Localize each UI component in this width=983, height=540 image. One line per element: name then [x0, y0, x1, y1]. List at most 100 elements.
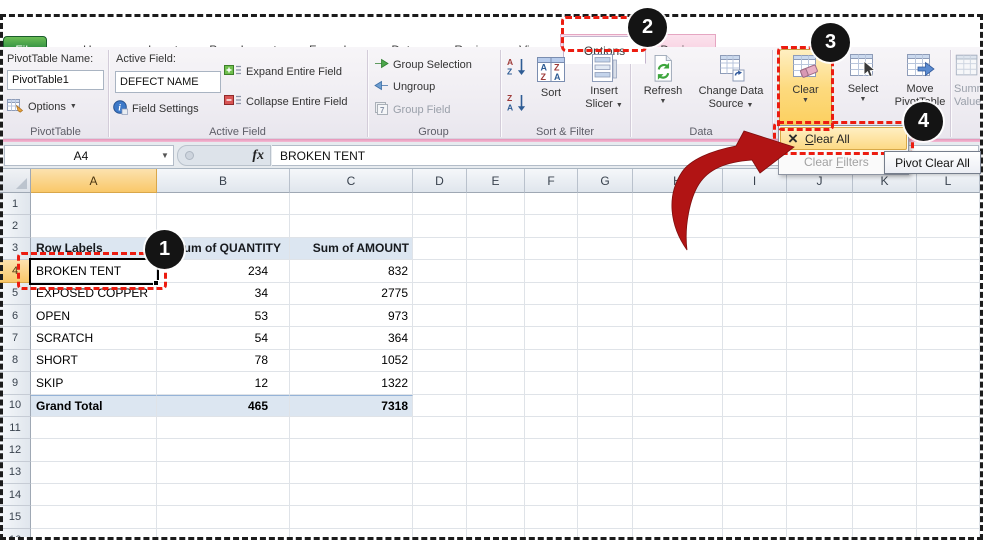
cell-K12[interactable]: [853, 439, 917, 461]
cell-L1[interactable]: [917, 193, 980, 215]
row-header-9[interactable]: 9: [0, 372, 31, 394]
cell-I6[interactable]: [723, 305, 787, 327]
cell-K14[interactable]: [853, 484, 917, 506]
cell-E5[interactable]: [467, 283, 525, 305]
cell-H4[interactable]: [633, 260, 723, 282]
cell-A14[interactable]: [31, 484, 157, 506]
cell-A10[interactable]: Grand Total: [31, 395, 157, 417]
cell-I8[interactable]: [723, 350, 787, 372]
row-header-7[interactable]: 7: [0, 327, 31, 349]
group-selection-button[interactable]: Group Selection: [374, 57, 472, 73]
cell-J14[interactable]: [787, 484, 853, 506]
cell-B13[interactable]: [157, 462, 290, 484]
cell-G2[interactable]: [578, 215, 633, 237]
cell-J10[interactable]: [787, 395, 853, 417]
cell-I13[interactable]: [723, 462, 787, 484]
cell-A16[interactable]: [31, 529, 157, 537]
cell-F15[interactable]: [525, 506, 578, 528]
cell-L12[interactable]: [917, 439, 980, 461]
cell-K2[interactable]: [853, 215, 917, 237]
cell-B10[interactable]: 465: [157, 395, 290, 417]
column-header-A[interactable]: A: [31, 169, 157, 193]
cell-D1[interactable]: [413, 193, 467, 215]
sort-button[interactable]: AZZA Sort: [529, 53, 573, 100]
cell-K16[interactable]: [853, 529, 917, 537]
cell-C16[interactable]: [290, 529, 413, 537]
cell-E12[interactable]: [467, 439, 525, 461]
cell-B12[interactable]: [157, 439, 290, 461]
cell-H8[interactable]: [633, 350, 723, 372]
cell-L13[interactable]: [917, 462, 980, 484]
cell-J2[interactable]: [787, 215, 853, 237]
cell-F2[interactable]: [525, 215, 578, 237]
cell-D16[interactable]: [413, 529, 467, 537]
column-header-H[interactable]: H: [633, 169, 723, 193]
sort-ascending-button[interactable]: AZ: [506, 57, 528, 79]
cell-J4[interactable]: [787, 260, 853, 282]
cell-B14[interactable]: [157, 484, 290, 506]
cell-J9[interactable]: [787, 372, 853, 394]
cell-L4[interactable]: [917, 260, 980, 282]
cell-D15[interactable]: [413, 506, 467, 528]
cell-C7[interactable]: 364: [290, 327, 413, 349]
sort-descending-button[interactable]: ZA: [506, 93, 528, 115]
cell-H2[interactable]: [633, 215, 723, 237]
select-all-corner[interactable]: [0, 169, 31, 193]
row-header-14[interactable]: 14: [0, 484, 31, 506]
cell-J15[interactable]: [787, 506, 853, 528]
insert-function-icon[interactable]: fx: [252, 148, 264, 164]
cell-C11[interactable]: [290, 417, 413, 439]
cell-F5[interactable]: [525, 283, 578, 305]
cell-J5[interactable]: [787, 283, 853, 305]
cell-E6[interactable]: [467, 305, 525, 327]
cell-I12[interactable]: [723, 439, 787, 461]
cell-H9[interactable]: [633, 372, 723, 394]
cell-I14[interactable]: [723, 484, 787, 506]
cell-K5[interactable]: [853, 283, 917, 305]
cell-I3[interactable]: [723, 238, 787, 260]
cell-L8[interactable]: [917, 350, 980, 372]
cell-D11[interactable]: [413, 417, 467, 439]
cell-K7[interactable]: [853, 327, 917, 349]
collapse-entire-field-button[interactable]: Collapse Entire Field: [224, 93, 348, 110]
cell-G5[interactable]: [578, 283, 633, 305]
name-box-dropdown-icon[interactable]: ▼: [157, 151, 173, 160]
cell-F8[interactable]: [525, 350, 578, 372]
cell-I9[interactable]: [723, 372, 787, 394]
cell-L7[interactable]: [917, 327, 980, 349]
cell-J3[interactable]: [787, 238, 853, 260]
cell-B5[interactable]: 34: [157, 283, 290, 305]
cell-E3[interactable]: [467, 238, 525, 260]
column-header-D[interactable]: D: [413, 169, 467, 193]
row-header-13[interactable]: 13: [0, 462, 31, 484]
cell-E15[interactable]: [467, 506, 525, 528]
cell-C4[interactable]: 832: [290, 260, 413, 282]
cell-B7[interactable]: 54: [157, 327, 290, 349]
cell-D5[interactable]: [413, 283, 467, 305]
cell-A12[interactable]: [31, 439, 157, 461]
column-header-E[interactable]: E: [467, 169, 525, 193]
cell-H7[interactable]: [633, 327, 723, 349]
cell-F9[interactable]: [525, 372, 578, 394]
cell-F4[interactable]: [525, 260, 578, 282]
cell-C15[interactable]: [290, 506, 413, 528]
cell-A2[interactable]: [31, 215, 157, 237]
cell-A6[interactable]: OPEN: [31, 305, 157, 327]
cell-B1[interactable]: [157, 193, 290, 215]
cell-I4[interactable]: [723, 260, 787, 282]
cell-J11[interactable]: [787, 417, 853, 439]
cell-F3[interactable]: [525, 238, 578, 260]
cell-G15[interactable]: [578, 506, 633, 528]
cell-K13[interactable]: [853, 462, 917, 484]
cell-A3[interactable]: Row Labels: [31, 238, 157, 260]
row-header-2[interactable]: 2: [0, 215, 31, 237]
cell-B6[interactable]: 53: [157, 305, 290, 327]
cell-I5[interactable]: [723, 283, 787, 305]
cell-B11[interactable]: [157, 417, 290, 439]
cell-I16[interactable]: [723, 529, 787, 537]
cell-J7[interactable]: [787, 327, 853, 349]
cell-H14[interactable]: [633, 484, 723, 506]
cell-H11[interactable]: [633, 417, 723, 439]
cell-H10[interactable]: [633, 395, 723, 417]
cell-G6[interactable]: [578, 305, 633, 327]
